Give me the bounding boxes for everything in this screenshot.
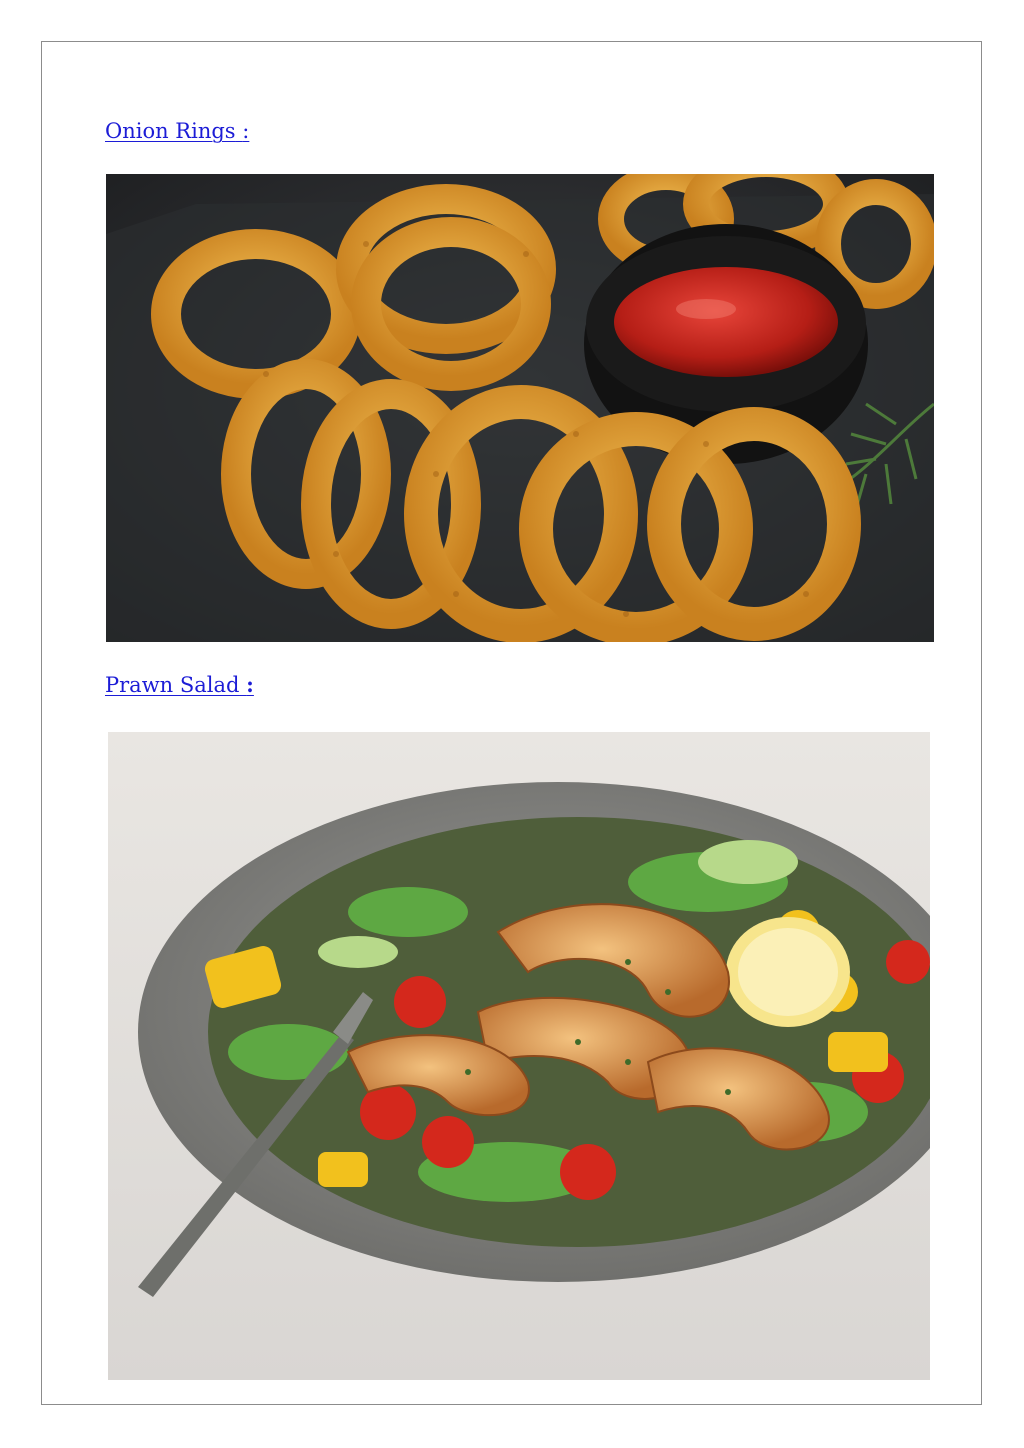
onion-rings-heading-text: Onion Rings — [105, 119, 236, 143]
onion-rings-heading-colon: : — [242, 119, 250, 143]
prawn-salad-heading-text: Prawn Salad — [105, 673, 240, 697]
onion-rings-photo — [106, 174, 934, 642]
prawn-salad-heading-colon: : — [246, 672, 254, 697]
prawn-salad-photo — [108, 732, 930, 1380]
prawn-salad-heading-link[interactable]: Prawn Salad : — [105, 672, 254, 698]
onion-rings-heading-link[interactable]: Onion Rings : — [105, 119, 249, 143]
